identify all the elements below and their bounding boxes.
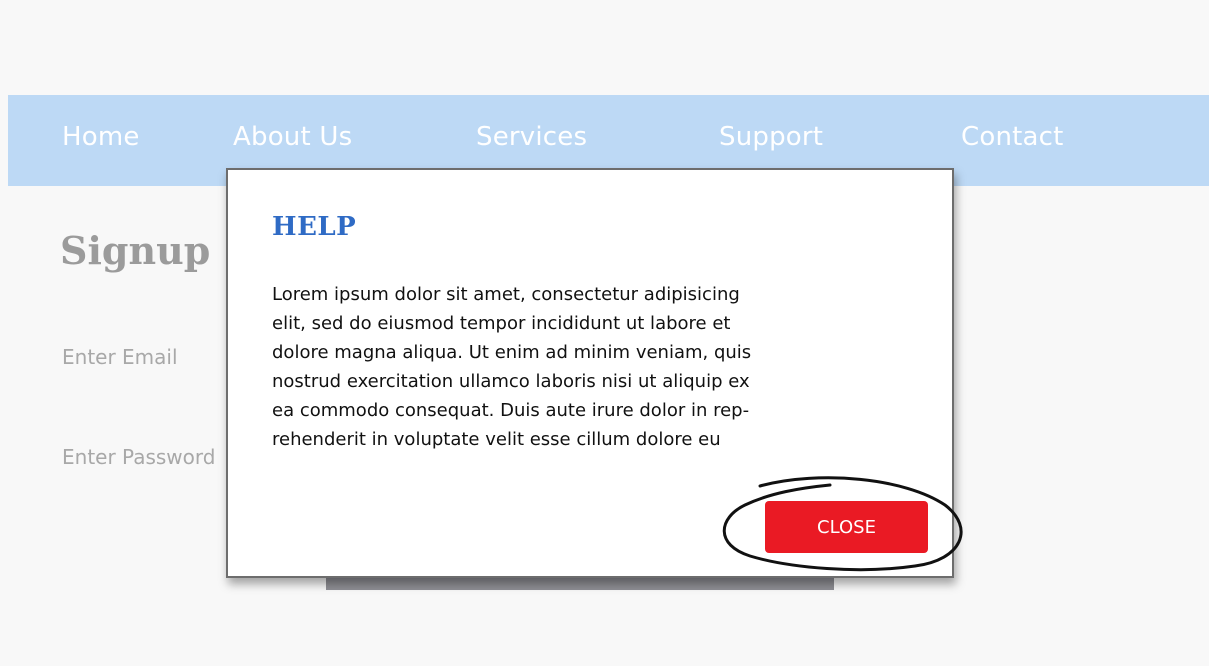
password-field-label: Enter Password bbox=[62, 445, 216, 469]
dialog-body-line: Lorem ipsum dolor sit amet, consectetur … bbox=[272, 284, 740, 305]
nav-item-about-us[interactable]: About Us bbox=[233, 122, 352, 152]
dialog-body-line: dolore magna aliqua. Ut enim ad minim ve… bbox=[272, 342, 752, 363]
nav-item-support[interactable]: Support bbox=[719, 122, 823, 152]
dialog-body: Lorem ipsum dolor sit amet, consectetur … bbox=[272, 280, 902, 454]
page: Home About Us Services Support Contact S… bbox=[0, 0, 1209, 666]
dialog-body-line: elit, sed do eiusmod tempor incididunt u… bbox=[272, 313, 731, 334]
nav-item-home[interactable]: Home bbox=[62, 122, 140, 152]
dialog-body-line: ea commodo consequat. Duis aute irure do… bbox=[272, 400, 750, 421]
nav-item-contact[interactable]: Contact bbox=[961, 122, 1064, 152]
signup-title: Signup bbox=[60, 228, 211, 273]
dialog-title: HELP bbox=[272, 212, 357, 242]
nav-item-services[interactable]: Services bbox=[476, 122, 587, 152]
close-button[interactable]: CLOSE bbox=[765, 501, 928, 553]
dialog-body-line: nostrud exercitation ullamco laboris nis… bbox=[272, 371, 750, 392]
dialog-body-line: rehenderit in voluptate velit esse cillu… bbox=[272, 429, 721, 450]
help-dialog: HELP Lorem ipsum dolor sit amet, consect… bbox=[226, 168, 954, 578]
signup-submit-button bbox=[326, 576, 834, 590]
email-field-label: Enter Email bbox=[62, 345, 178, 369]
